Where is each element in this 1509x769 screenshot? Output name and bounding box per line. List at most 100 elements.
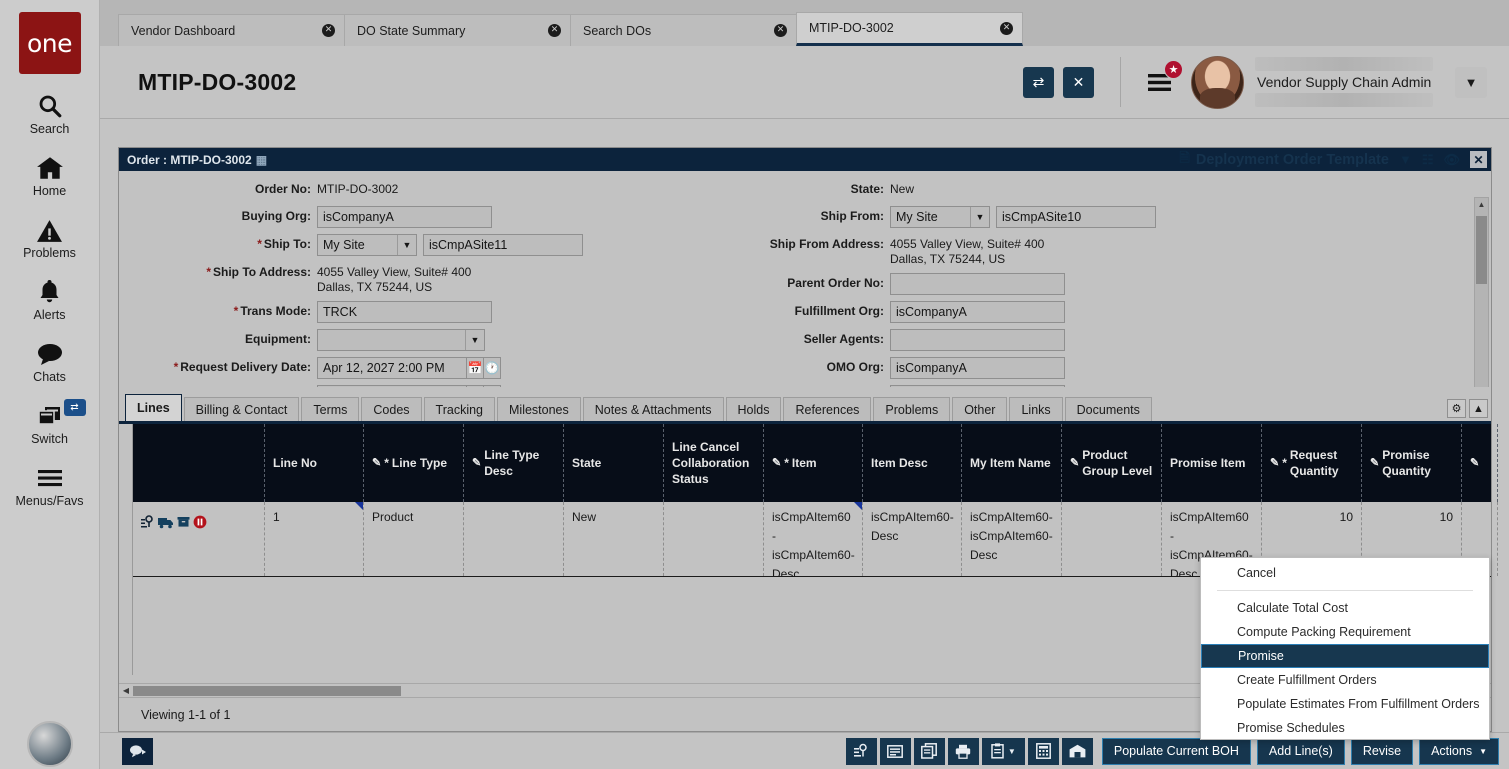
box-icon[interactable] — [177, 515, 190, 528]
chevron-down-icon[interactable]: ▼ — [1399, 152, 1412, 167]
app-logo[interactable]: one — [19, 12, 81, 74]
warehouse-icon[interactable] — [1062, 738, 1093, 765]
grid-col-my-item-name[interactable]: My Item Name — [962, 424, 1062, 502]
grid-col-state[interactable]: State — [564, 424, 664, 502]
sidebar-item-switch[interactable]: ⇄ Switch — [0, 401, 100, 446]
buyer-agents-input[interactable] — [890, 385, 1065, 387]
scroll-thumb[interactable] — [1476, 216, 1487, 284]
ship-to-site-input[interactable]: isCmpASite11 — [423, 234, 583, 256]
revise-button[interactable]: Revise — [1351, 738, 1413, 765]
clock-icon[interactable]: 🕐 — [484, 357, 501, 379]
browser-tab-mtip-do-3002[interactable]: MTIP-DO-3002 ✕ — [796, 12, 1023, 46]
menu-item-calculate-total-cost[interactable]: Calculate Total Cost — [1201, 596, 1489, 620]
avatar[interactable] — [1191, 56, 1244, 109]
truck-icon[interactable] — [158, 515, 174, 529]
calendar-icon[interactable]: 📅 — [467, 357, 484, 379]
grid-col-promise-quantity[interactable]: ✎Promise Quantity — [1362, 424, 1462, 502]
sidebar-item-home[interactable]: Home — [0, 153, 100, 198]
grid-col-item-desc[interactable]: Item Desc — [863, 424, 962, 502]
browser-tab-search-dos[interactable]: Search DOs ✕ — [570, 14, 797, 46]
tab-problems[interactable]: Problems — [873, 397, 950, 421]
ship-from-site-input[interactable]: isCmpASite10 — [996, 206, 1156, 228]
tab-notes-attachments[interactable]: Notes & Attachments — [583, 397, 724, 421]
scroll-thumb[interactable] — [133, 686, 401, 696]
grid-col-promise-item[interactable]: Promise Item — [1162, 424, 1262, 502]
calculator-icon[interactable] — [1028, 738, 1059, 765]
menu-item-cancel[interactable]: Cancel — [1201, 561, 1489, 585]
grid-icon[interactable]: ▦ — [256, 153, 267, 167]
sidebar-item-problems[interactable]: Problems — [0, 215, 100, 260]
grid-col-extra[interactable]: ✎ — [1462, 424, 1498, 502]
menu-item-promise-schedules[interactable]: Promise Schedules — [1201, 716, 1489, 740]
location-list-icon[interactable] — [141, 515, 155, 529]
cell-state[interactable]: New — [564, 502, 664, 576]
chat-forward-icon[interactable] — [122, 738, 153, 765]
browser-tab-vendor-dashboard[interactable]: Vendor Dashboard ✕ — [118, 14, 345, 46]
cell-line-cancel-collaboration-status[interactable] — [664, 502, 764, 576]
settings-gear-icon[interactable]: ⚙ — [1447, 399, 1466, 418]
hierarchy-icon[interactable]: ☷ — [1422, 152, 1434, 168]
seller-agents-input[interactable] — [890, 329, 1065, 351]
promise-delivery-date-input[interactable]: Apr 12, 2027 2:00 PM — [317, 385, 467, 387]
actions-button[interactable]: Actions ▼ — [1419, 738, 1499, 765]
equipment-select[interactable]: ▼ — [317, 329, 485, 351]
menu-item-populate-estimates-from-fulfillment-orders[interactable]: Populate Estimates From Fulfillment Orde… — [1201, 692, 1489, 716]
sidebar-item-alerts[interactable]: Alerts — [0, 277, 100, 322]
tab-references[interactable]: References — [783, 397, 871, 421]
sidebar-item-search[interactable]: Search — [0, 91, 100, 136]
grid-col-line-cancel-collaboration-status[interactable]: Line Cancel Collaboration Status — [664, 424, 764, 502]
add-lines-button[interactable]: Add Line(s) — [1257, 738, 1345, 765]
sidebar-item-menus-favs[interactable]: Menus/Favs — [0, 463, 100, 508]
omo-org-input[interactable]: isCompanyA — [890, 357, 1065, 379]
sidebar-item-chats[interactable]: Chats — [0, 339, 100, 384]
close-icon[interactable]: ✕ — [548, 24, 561, 37]
cell-my-item-name[interactable]: isCmpAItem60-isCmpAItem60-Desc — [962, 502, 1062, 576]
hold-stop-icon[interactable] — [193, 515, 207, 529]
parent-order-no-input[interactable] — [890, 273, 1065, 295]
ship-to-select[interactable]: My Site ▼ — [317, 234, 417, 256]
panel-close-button[interactable]: ✕ — [1470, 151, 1487, 168]
grid-col-item[interactable]: ✎*Item — [764, 424, 863, 502]
cell-line-type-desc[interactable] — [464, 502, 564, 576]
calendar-icon[interactable]: 📅 — [467, 385, 484, 387]
grid-col-product-group-level[interactable]: ✎Product Group Level — [1062, 424, 1162, 502]
tab-tracking[interactable]: Tracking — [424, 397, 495, 421]
trans-mode-input[interactable]: TRCK — [317, 301, 492, 323]
cell-line-type[interactable]: Product — [364, 502, 464, 576]
audit-list-icon[interactable] — [846, 738, 877, 765]
tab-lines[interactable]: Lines — [125, 394, 182, 421]
tab-holds[interactable]: Holds — [726, 397, 782, 421]
tab-milestones[interactable]: Milestones — [497, 397, 581, 421]
copy-docs-icon[interactable] — [914, 738, 945, 765]
cell-item-desc[interactable]: isCmpAItem60-Desc — [863, 502, 962, 576]
ship-from-select[interactable]: My Site ▼ — [890, 206, 990, 228]
clipboard-dropdown-icon[interactable]: ▼ — [982, 738, 1025, 765]
close-icon[interactable]: ✕ — [1000, 22, 1013, 35]
close-button[interactable]: ✕ — [1063, 67, 1094, 98]
scroll-up-icon[interactable]: ▲ — [1475, 198, 1488, 211]
cell-product-group-level[interactable] — [1062, 502, 1162, 576]
globe-assistant-icon[interactable] — [27, 721, 73, 767]
menu-item-promise[interactable]: Promise — [1201, 644, 1489, 668]
user-menu-button[interactable]: ▼ — [1455, 67, 1487, 98]
menu-item-create-fulfillment-orders[interactable]: Create Fulfillment Orders — [1201, 668, 1489, 692]
collapse-up-icon[interactable]: ▲ — [1469, 399, 1488, 418]
eye-icon[interactable]: 👁 — [1443, 152, 1460, 168]
swap-arrows-icon[interactable]: ⇄ — [64, 399, 86, 416]
grid-col-line-no[interactable]: Line No — [265, 424, 364, 502]
tab-links[interactable]: Links — [1009, 397, 1062, 421]
close-icon[interactable]: ✕ — [774, 24, 787, 37]
cell-item[interactable]: isCmpAItem60 - isCmpAItem60-Desc — [764, 502, 863, 576]
refresh-button[interactable]: ⇄ — [1023, 67, 1054, 98]
close-icon[interactable]: ✕ — [322, 24, 335, 37]
populate-current-boh-button[interactable]: Populate Current BOH — [1102, 738, 1251, 765]
menu-item-compute-packing-requirement[interactable]: Compute Packing Requirement — [1201, 620, 1489, 644]
grid-col-line-type-desc[interactable]: ✎Line Type Desc — [464, 424, 564, 502]
tab-billing-contact[interactable]: Billing & Contact — [184, 397, 300, 421]
fulfillment-org-input[interactable]: isCompanyA — [890, 301, 1065, 323]
browser-tab-do-state-summary[interactable]: DO State Summary ✕ — [344, 14, 571, 46]
cell-line-no[interactable]: 1 — [265, 502, 364, 576]
tab-other[interactable]: Other — [952, 397, 1007, 421]
template-selector-label[interactable]: Deployment Order Template — [1196, 152, 1389, 168]
buying-org-input[interactable]: isCompanyA — [317, 206, 492, 228]
